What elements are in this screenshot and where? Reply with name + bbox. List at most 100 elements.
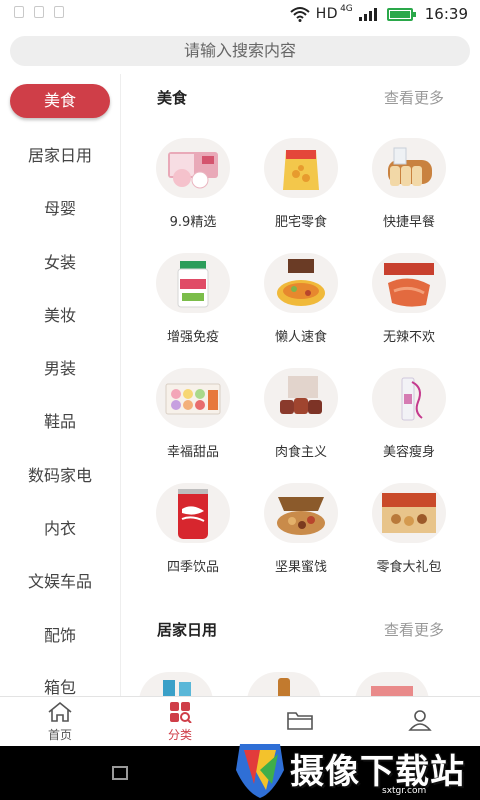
sidebar-item-accessories[interactable]: 配饰 — [0, 607, 120, 660]
signal-icon — [358, 7, 377, 21]
product-thumbnail[interactable] — [247, 672, 321, 696]
section-header-household: 居家日用 查看更多 — [121, 606, 480, 650]
sidebar-item-label: 箱包 — [43, 678, 76, 696]
tab-profile[interactable] — [360, 697, 480, 746]
subcategory-item[interactable]: 幸福甜品 — [139, 348, 247, 463]
subcategory-item[interactable]: 增强免疫 — [139, 233, 247, 348]
subcategory-label: 快捷早餐 — [382, 215, 435, 230]
bottom-tab-bar: 首页 分类 — [0, 696, 480, 746]
section-household: 居家日用 查看更多 — [121, 606, 480, 696]
subcategory-label: 懒人速食 — [274, 330, 327, 345]
slimming-drink-image — [372, 368, 446, 428]
subcategory-label: 四季饮品 — [166, 560, 219, 575]
sidebar-item-label: 女装 — [43, 252, 76, 272]
sidebar-item-household[interactable]: 居家日用 — [0, 127, 120, 180]
category-content: 美食 查看更多 9.9精选 肥宅零食 快捷早餐 增强免疫 懒人速食 无辣不欢 幸… — [121, 74, 480, 696]
subcategory-item[interactable]: 懒人速食 — [247, 233, 355, 348]
battery-icon — [386, 7, 416, 21]
category-sidebar: 美食 居家日用 母婴 女装 美妆 男装 鞋品 数码家电 内衣 文娱车品 配饰 箱… — [0, 74, 121, 696]
tab-label: 分类 — [167, 727, 192, 742]
subcategory-item[interactable]: 9.9精选 — [139, 118, 247, 233]
see-more-link[interactable]: 查看更多 — [384, 619, 444, 640]
subcategory-item[interactable]: 肥宅零食 — [247, 118, 355, 233]
subcategory-item[interactable]: 肉食主义 — [247, 348, 355, 463]
user-icon — [408, 710, 432, 731]
sidebar-item-food[interactable]: 美食 — [0, 74, 120, 127]
sidebar-item-label: 美妆 — [43, 305, 76, 325]
dessert-box-image — [156, 138, 230, 198]
subcategory-item[interactable]: 快捷早餐 — [355, 118, 463, 233]
recent-apps-button[interactable] — [112, 766, 128, 780]
nuts-gift-box-image — [264, 483, 338, 543]
subcategory-label: 无辣不欢 — [382, 330, 435, 345]
sidebar-item-label: 配饰 — [43, 625, 76, 645]
bread-image — [372, 138, 446, 198]
wifi-icon — [290, 7, 310, 22]
network-generation: 4G — [340, 4, 353, 14]
see-more-link[interactable]: 查看更多 — [384, 87, 444, 108]
watermark-logo — [236, 744, 284, 798]
sidebar-item-underwear[interactable]: 内衣 — [0, 500, 120, 553]
tab-folder[interactable] — [240, 697, 360, 746]
braised-meat-image — [264, 368, 338, 428]
snack-gift-box-image — [372, 483, 446, 543]
section-title: 美食 — [157, 89, 188, 107]
subcategory-item[interactable]: 零食大礼包 — [355, 463, 463, 578]
watermark: 摄像下载站 sxtgr.com — [232, 740, 480, 800]
folder-icon — [287, 712, 313, 730]
search-input[interactable]: 请输入搜索内容 — [10, 36, 470, 66]
product-thumbnail[interactable] — [355, 672, 429, 696]
section-title: 居家日用 — [157, 621, 218, 639]
snack-bag-image — [264, 138, 338, 198]
subcategory-item[interactable]: 坚果蜜饯 — [247, 463, 355, 578]
sidebar-item-label: 文娱车品 — [27, 572, 92, 592]
sidebar-item-label: 母婴 — [43, 199, 76, 219]
sidebar-item-women[interactable]: 女装 — [0, 234, 120, 287]
macaron-box-image — [156, 368, 230, 428]
subcategory-item[interactable]: 四季饮品 — [139, 463, 247, 578]
home-icon — [48, 701, 72, 722]
supplement-jar-image — [156, 253, 230, 313]
tab-home[interactable]: 首页 — [0, 697, 120, 746]
sidebar-item-entertainment-auto[interactable]: 文娱车品 — [0, 554, 120, 607]
notification-icons — [14, 6, 64, 18]
subcategory-label: 9.9精选 — [169, 215, 217, 230]
subcategory-label: 增强免疫 — [166, 330, 219, 345]
subcategory-grid-partial — [121, 672, 480, 696]
subcategory-item[interactable]: 无辣不欢 — [355, 233, 463, 348]
sidebar-item-label: 内衣 — [43, 519, 76, 539]
clock: 16:39 — [424, 5, 468, 23]
sidebar-item-bags[interactable]: 箱包 — [0, 660, 120, 696]
category-icon — [170, 701, 192, 723]
sidebar-item-label: 居家日用 — [27, 145, 92, 165]
sidebar-item-shoes[interactable]: 鞋品 — [0, 394, 120, 447]
network-type: HD — [315, 6, 339, 22]
subcategory-label: 幸福甜品 — [166, 445, 219, 460]
sidebar-item-beauty[interactable]: 美妆 — [0, 287, 120, 340]
spicy-meat-image — [372, 253, 446, 313]
watermark-text: 摄像下载站 — [290, 752, 465, 792]
cola-can-image — [156, 483, 230, 543]
subcategory-label: 坚果蜜饯 — [274, 560, 327, 575]
status-indicators: HD 4G 16:39 — [290, 4, 468, 24]
sidebar-item-digital[interactable]: 数码家电 — [0, 447, 120, 500]
sidebar-item-baby[interactable]: 母婴 — [0, 181, 120, 234]
subcategory-label: 美容瘦身 — [382, 445, 435, 460]
section-header-food: 美食 查看更多 — [121, 74, 480, 118]
sidebar-item-label: 美食 — [10, 83, 110, 118]
subcategory-label: 肥宅零食 — [274, 215, 327, 230]
status-bar: HD 4G 16:39 — [0, 0, 480, 28]
subcategory-label: 肉食主义 — [274, 445, 327, 460]
instant-noodles-image — [264, 253, 338, 313]
tab-category[interactable]: 分类 — [120, 697, 240, 746]
subcategory-grid: 9.9精选 肥宅零食 快捷早餐 增强免疫 懒人速食 无辣不欢 幸福甜品 肉食主义… — [121, 118, 480, 578]
sidebar-item-men[interactable]: 男装 — [0, 340, 120, 393]
subcategory-label: 零食大礼包 — [376, 560, 442, 575]
sidebar-item-label: 男装 — [43, 359, 76, 379]
product-thumbnail[interactable] — [139, 672, 213, 696]
subcategory-item[interactable]: 美容瘦身 — [355, 348, 463, 463]
sidebar-item-label: 鞋品 — [43, 412, 76, 432]
sidebar-item-label: 数码家电 — [27, 465, 92, 485]
tab-label: 首页 — [47, 727, 72, 742]
watermark-url: sxtgr.com — [382, 786, 427, 796]
